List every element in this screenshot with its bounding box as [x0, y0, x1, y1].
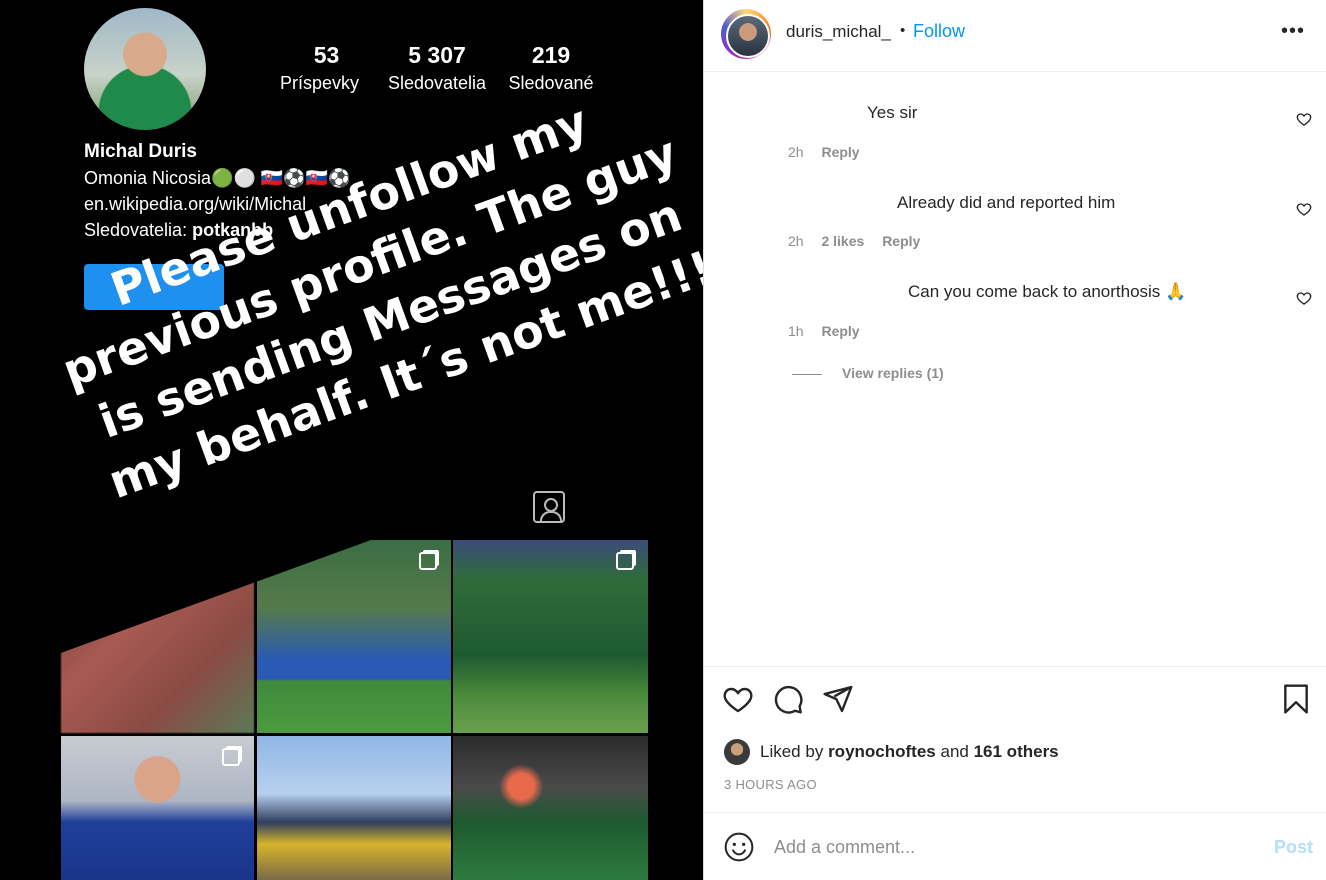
comment-time: 1h — [788, 323, 804, 339]
grid-post — [453, 736, 648, 880]
carousel-icon — [419, 552, 437, 570]
comment-text: Already did and reported him — [897, 193, 1116, 212]
stat-label: Príspevky — [280, 73, 360, 93]
comment-meta: 2h Reply — [788, 144, 860, 160]
likes-summary: Liked by roynochoftes and 161 others — [724, 737, 1059, 767]
liker-avatar[interactable] — [724, 739, 750, 765]
instagram-post-view: 53 Príspevky 5 307 Sledovatelia 219 Sled… — [0, 0, 1326, 880]
replies-divider — [792, 373, 822, 375]
carousel-icon — [616, 552, 634, 570]
heart-icon[interactable] — [722, 683, 754, 715]
follow-button[interactable]: Follow — [913, 21, 965, 42]
emoji-icon[interactable] — [723, 831, 755, 863]
likes-prefix: Liked by — [760, 742, 824, 761]
stat-number: 219 — [531, 42, 571, 68]
comment-like-heart-icon[interactable] — [1296, 201, 1312, 217]
comment-input[interactable] — [774, 833, 1244, 861]
action-bar — [704, 666, 1326, 736]
likes-others-link[interactable]: 161 others — [974, 742, 1059, 762]
comment-composer: Post — [704, 812, 1326, 880]
author-avatar[interactable] — [721, 9, 771, 59]
view-replies-label: View replies (1) — [842, 365, 944, 381]
comment-meta: 1h Reply — [788, 323, 860, 339]
comment-likes[interactable]: 2 likes — [821, 233, 864, 249]
stat-followers: 5 307 Sledovatelia — [387, 42, 487, 94]
separator-dot: • — [900, 22, 906, 39]
comment-like-heart-icon[interactable] — [1296, 111, 1312, 127]
comment-icon[interactable] — [772, 683, 804, 715]
comment-meta: 2h 2 likes Reply — [788, 233, 920, 249]
grid-post — [61, 736, 254, 880]
carousel-icon — [222, 748, 240, 766]
profile-bio: Omonia Nicosia🟢⚪ 🇸🇰⚽🇸🇰⚽ — [84, 168, 351, 188]
grid-post — [453, 540, 648, 733]
comment-time: 2h — [788, 233, 804, 249]
view-replies-button[interactable]: View replies (1) — [792, 365, 944, 381]
more-options-icon[interactable]: ••• — [1281, 20, 1305, 43]
profile-avatar — [84, 8, 206, 130]
stat-label: Sledovatelia — [387, 73, 487, 93]
comments-panel: duris_michal_ • Follow ••• Yes sir 2h Re… — [703, 0, 1326, 880]
profile-name: Michal Duris — [84, 141, 197, 162]
post-image[interactable]: 53 Príspevky 5 307 Sledovatelia 219 Sled… — [0, 0, 703, 880]
comment-text: Can you come back to anorthosis 🙏 — [908, 282, 1187, 301]
liker-username[interactable]: roynochoftes — [828, 742, 936, 762]
author-username[interactable]: duris_michal_ — [786, 22, 891, 42]
tagged-icon — [533, 491, 565, 523]
reply-button[interactable]: Reply — [821, 323, 859, 339]
stat-following: 219 Sledované — [503, 42, 599, 94]
reply-button[interactable]: Reply — [882, 233, 920, 249]
comment-like-heart-icon[interactable] — [1296, 290, 1312, 306]
grid-post — [257, 736, 451, 880]
comment-time: 2h — [788, 144, 804, 160]
likes-middle: and — [940, 742, 969, 761]
post-timestamp[interactable]: 3 HOURS AGO — [724, 777, 817, 792]
post-button[interactable]: Post — [1274, 837, 1313, 858]
comment-text: Yes sir — [867, 103, 918, 122]
bookmark-icon[interactable] — [1280, 683, 1312, 715]
post-header: duris_michal_ • Follow ••• — [704, 0, 1326, 72]
stat-posts: 53 Príspevky — [280, 42, 359, 94]
stat-number: 5 307 — [408, 42, 466, 68]
stat-number: 53 — [313, 42, 340, 68]
share-icon[interactable] — [822, 683, 854, 715]
reply-button[interactable]: Reply — [821, 144, 859, 160]
